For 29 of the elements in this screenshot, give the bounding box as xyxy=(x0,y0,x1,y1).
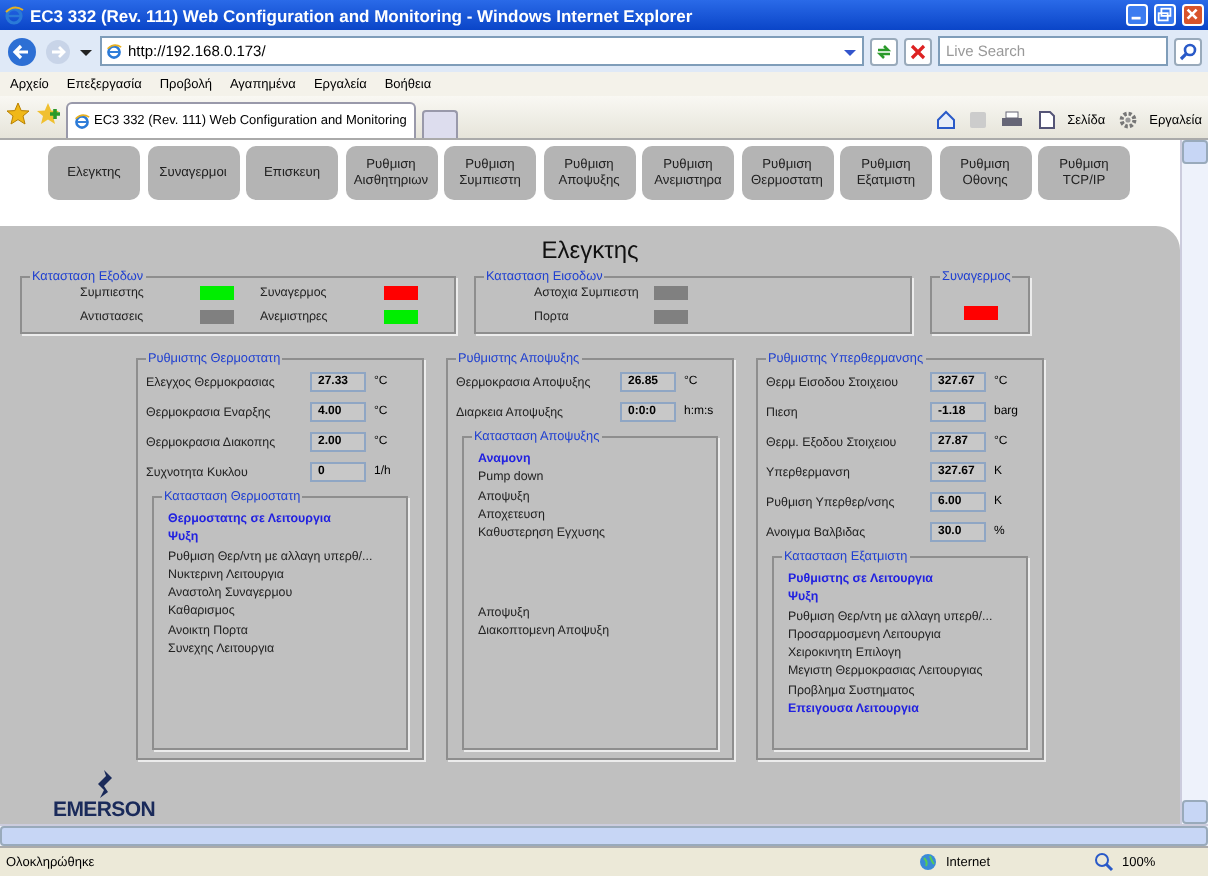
maximize-button[interactable] xyxy=(1154,4,1176,26)
favorites-star-icon xyxy=(6,101,30,125)
forward-icon xyxy=(44,37,72,65)
feed-icon xyxy=(967,110,988,130)
home-icon xyxy=(935,110,956,130)
window-title: EC3 332 (Rev. 111) Web Configuration and Monitoring - Windows Internet Explorer xyxy=(30,5,695,25)
refresh-icon xyxy=(874,41,894,61)
printer-icon xyxy=(999,110,1024,130)
close-button[interactable] xyxy=(1182,4,1204,26)
gear-icon xyxy=(1117,110,1138,130)
browser-icon xyxy=(106,43,122,59)
new-tab-button[interactable] xyxy=(422,110,458,138)
browser-icon xyxy=(4,5,24,25)
page-title: Ελεγκτης xyxy=(539,234,641,268)
stop-icon xyxy=(908,41,928,61)
restore-icon xyxy=(1156,6,1174,24)
search-icon xyxy=(1178,41,1198,61)
logo-text: EMERSON xyxy=(53,800,155,822)
page-icon xyxy=(1035,110,1056,130)
browser-icon xyxy=(74,113,90,129)
refresh-button[interactable] xyxy=(870,37,898,65)
zoom-icon xyxy=(1094,852,1114,872)
stop-button[interactable] xyxy=(904,37,932,65)
minimize-button[interactable] xyxy=(1126,4,1148,26)
add-favorite-icon xyxy=(36,101,60,125)
search-button[interactable] xyxy=(1174,37,1202,65)
close-icon xyxy=(1184,6,1202,24)
back-icon xyxy=(6,35,38,67)
globe-icon xyxy=(918,852,938,872)
